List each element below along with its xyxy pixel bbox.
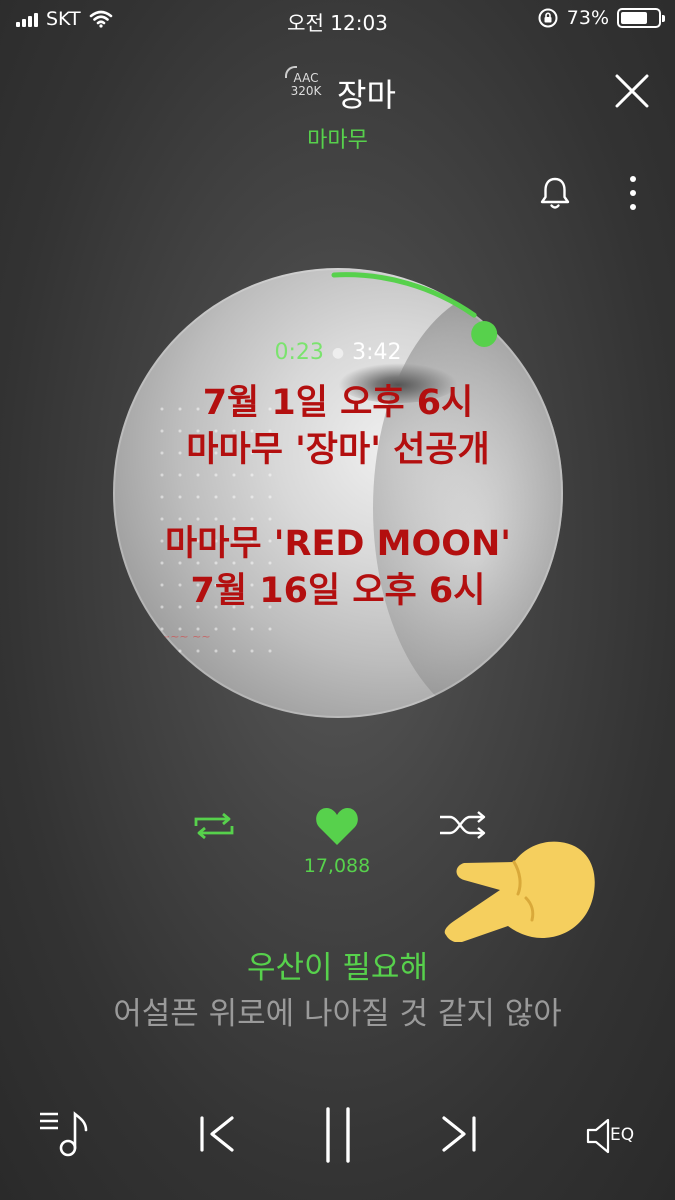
- audio-quality-badge: AAC 320K: [283, 66, 329, 98]
- battery-icon: [617, 8, 665, 28]
- previous-icon[interactable]: [198, 1114, 236, 1154]
- quality-bitrate: 320K: [290, 84, 322, 98]
- battery-percent: 73%: [566, 7, 609, 29]
- more-vertical-icon[interactable]: [620, 174, 646, 214]
- lyric-current-line[interactable]: 우산이 필요해: [0, 942, 675, 987]
- artist-name[interactable]: 마마무: [0, 122, 675, 154]
- lyric-next-line[interactable]: 어설픈 위로에 나아질 것 같지 않아: [0, 988, 675, 1033]
- heart-icon[interactable]: [314, 805, 360, 847]
- eq-button[interactable]: EQ: [584, 1116, 644, 1156]
- battery-fill: [621, 12, 648, 24]
- rotation-lock-icon: [538, 8, 558, 28]
- like-count: 17,088: [303, 855, 371, 877]
- playlist-icon[interactable]: [38, 1108, 90, 1160]
- song-title: 장마: [337, 76, 396, 114]
- repeat-icon[interactable]: [190, 811, 238, 841]
- progress-knob[interactable]: [471, 320, 498, 347]
- bell-icon[interactable]: [538, 176, 572, 212]
- album-art-container[interactable]: ~~~ ~~ 0:23 ● 3:42 7월 1일 오후 6시 마마무 '장마' 선공…: [113, 268, 563, 718]
- status-bar: SKT 오전 12:03 73%: [0, 0, 675, 38]
- next-icon[interactable]: [440, 1114, 478, 1154]
- progress-arc: [331, 272, 477, 318]
- progress-ring[interactable]: [113, 268, 563, 718]
- pause-icon[interactable]: [322, 1106, 354, 1164]
- close-icon[interactable]: [613, 72, 651, 110]
- status-right: 73%: [537, 7, 665, 29]
- pointing-hand-emoji: [444, 841, 595, 942]
- eq-label: EQ: [610, 1125, 635, 1145]
